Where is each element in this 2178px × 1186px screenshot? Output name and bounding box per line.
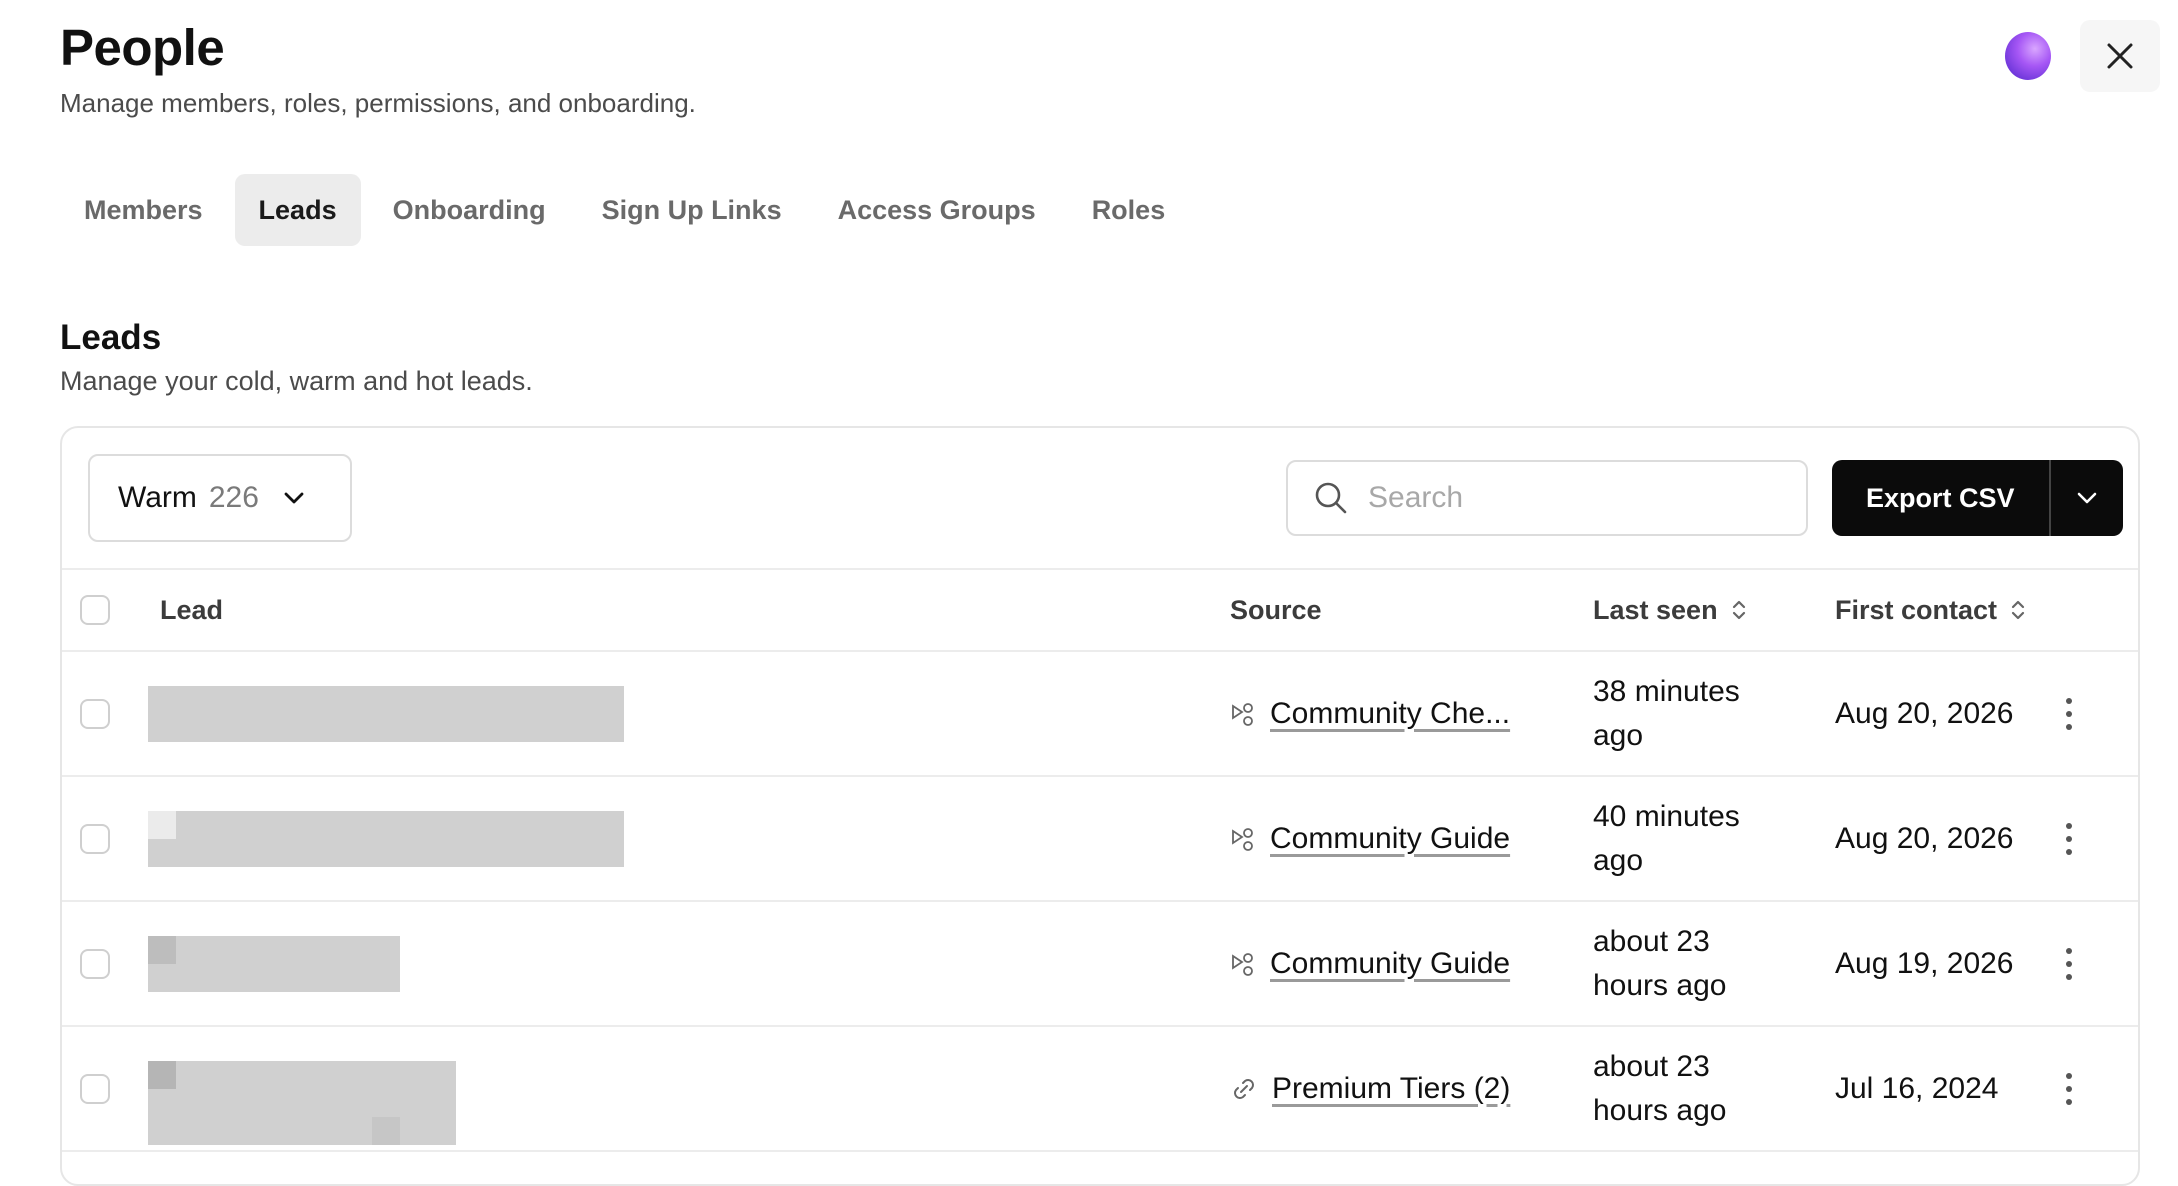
tab-roles[interactable]: Roles — [1068, 174, 1190, 246]
row-checkbox[interactable] — [80, 698, 110, 729]
row-select-cell — [80, 902, 110, 1025]
source-link[interactable]: Community Che... — [1270, 697, 1510, 731]
export-options-button[interactable] — [2050, 460, 2123, 536]
source-link[interactable]: Community Guide — [1270, 947, 1510, 981]
close-button[interactable] — [2080, 20, 2160, 92]
table-row[interactable]: Community Guide about 23 hours ago Aug 1… — [62, 902, 2138, 1027]
table-row[interactable]: Community Che... 38 minutes ago Aug 20, … — [62, 652, 2138, 777]
lead-temperature-select[interactable]: Warm 226 — [88, 454, 352, 542]
tab-bar: Members Leads Onboarding Sign Up Links A… — [60, 174, 1189, 246]
page-header: People Manage members, roles, permission… — [60, 16, 696, 119]
source-link[interactable]: Community Guide — [1270, 822, 1510, 856]
column-lead: Lead — [160, 594, 224, 625]
column-last-seen[interactable]: Last seen — [1593, 570, 1748, 650]
more-vertical-icon — [2066, 822, 2072, 855]
more-vertical-icon — [2066, 947, 2072, 980]
row-checkbox[interactable] — [80, 823, 110, 854]
row-select-cell — [80, 652, 110, 775]
select-all-checkbox[interactable] — [80, 595, 110, 625]
redacted-lead-name — [148, 811, 624, 867]
source-cell: Community Che... — [1230, 652, 1510, 775]
source-link[interactable]: Premium Tiers (2) — [1272, 1072, 1510, 1106]
source-cell: Premium Tiers (2) — [1230, 1027, 1510, 1150]
row-checkbox[interactable] — [80, 1073, 110, 1104]
link-icon — [1234, 1078, 1254, 1099]
first-contact-value: Aug 20, 2026 — [1835, 696, 2014, 730]
page-subtitle: Manage members, roles, permissions, and … — [60, 88, 696, 118]
share-nodes-icon — [1232, 827, 1253, 851]
chevron-down-icon — [284, 492, 304, 504]
filter-label: Warm — [118, 481, 197, 514]
row-menu-button[interactable] — [2054, 902, 2084, 1025]
redacted-lead-name — [148, 1061, 624, 1145]
page-title: People — [60, 19, 225, 76]
row-menu-button[interactable] — [2054, 652, 2084, 775]
row-menu-button[interactable] — [2054, 1027, 2084, 1150]
search-box[interactable] — [1286, 460, 1808, 536]
sort-icon — [2011, 600, 2025, 620]
last-seen-value: about 23 hours ago — [1593, 1049, 1727, 1127]
tab-onboarding[interactable]: Onboarding — [369, 174, 570, 246]
source-cell: Community Guide — [1230, 777, 1510, 900]
tab-access-groups[interactable]: Access Groups — [814, 174, 1060, 246]
redacted-lead-name — [148, 936, 624, 992]
last-seen-cell: 40 minutes ago — [1593, 777, 1773, 900]
assistant-orb-icon[interactable] — [2005, 32, 2051, 80]
first-contact-value: Jul 16, 2024 — [1835, 1071, 1999, 1105]
last-seen-cell: 38 minutes ago — [1593, 652, 1773, 775]
last-seen-cell: about 23 hours ago — [1593, 902, 1773, 1025]
section-title: Leads — [60, 318, 162, 357]
tab-leads[interactable]: Leads — [234, 174, 361, 246]
share-nodes-icon — [1232, 952, 1253, 976]
row-select-cell — [80, 1027, 110, 1150]
table-body: Community Che... 38 minutes ago Aug 20, … — [62, 652, 2138, 1152]
table-row[interactable]: Community Guide 40 minutes ago Aug 20, 2… — [62, 777, 2138, 902]
chevron-down-icon — [2077, 492, 2096, 504]
export-csv-button[interactable]: Export CSV — [1832, 460, 2051, 536]
sort-icon — [1732, 600, 1745, 620]
row-checkbox[interactable] — [80, 948, 110, 979]
table-header: Lead Source Last seen First contact — [62, 570, 2138, 652]
table-row[interactable]: Premium Tiers (2) about 23 hours ago Jul… — [62, 1027, 2138, 1152]
more-vertical-icon — [2066, 697, 2072, 730]
select-all-cell — [80, 570, 110, 650]
tab-sign-up-links[interactable]: Sign Up Links — [578, 174, 806, 246]
share-nodes-icon — [1232, 702, 1253, 726]
last-seen-value: 38 minutes ago — [1593, 674, 1740, 752]
export-button-group: Export CSV — [1832, 460, 2123, 536]
search-input[interactable] — [1366, 480, 1770, 516]
more-vertical-icon — [2066, 1072, 2072, 1105]
search-icon — [1315, 482, 1347, 514]
last-seen-value: 40 minutes ago — [1593, 799, 1740, 877]
row-select-cell — [80, 777, 110, 900]
source-cell: Community Guide — [1230, 902, 1510, 1025]
column-first-contact-label: First contact — [1835, 594, 1998, 625]
last-seen-cell: about 23 hours ago — [1593, 1027, 1773, 1150]
redacted-lead-name — [148, 686, 624, 742]
column-last-seen-label: Last seen — [1593, 594, 1718, 625]
last-seen-value: about 23 hours ago — [1593, 924, 1727, 1002]
leads-panel: Warm 226 Export CSV Lead S — [60, 426, 2140, 1186]
first-contact-value: Aug 19, 2026 — [1835, 946, 2014, 980]
row-menu-button[interactable] — [2054, 777, 2084, 900]
column-first-contact[interactable]: First contact — [1835, 570, 2027, 650]
close-icon — [2107, 43, 2133, 69]
tab-members[interactable]: Members — [60, 174, 227, 246]
filter-count: 226 — [208, 481, 259, 514]
toolbar: Warm 226 Export CSV — [62, 428, 2138, 570]
section-subtitle: Manage your cold, warm and hot leads. — [60, 366, 533, 396]
column-source: Source — [1230, 594, 1322, 625]
first-contact-value: Aug 20, 2026 — [1835, 821, 2014, 855]
